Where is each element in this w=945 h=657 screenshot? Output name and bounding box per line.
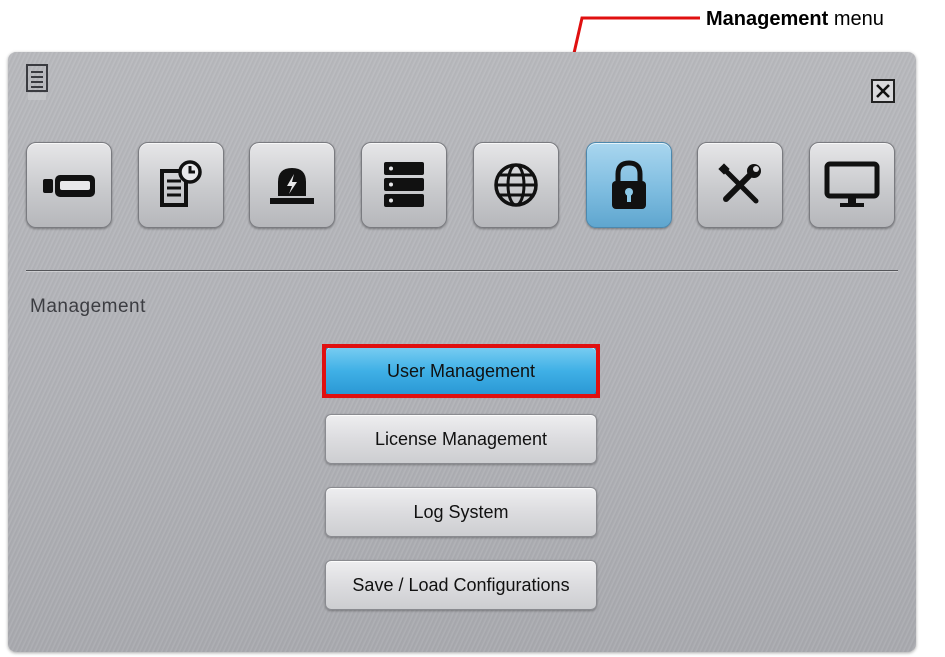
tab-schedule[interactable]: [138, 142, 224, 228]
callout-label-bold: Management: [706, 8, 829, 30]
storage-server-icon: [384, 162, 424, 207]
network-globe-icon: [494, 163, 538, 207]
tab-network[interactable]: [473, 142, 559, 228]
save-load-configurations-button[interactable]: Save / Load Configurations: [325, 560, 597, 610]
camera-icon: [43, 175, 95, 197]
callout-label-rest: menu: [833, 8, 884, 30]
document-menu-icon[interactable]: [26, 64, 48, 102]
tools-icon: [718, 163, 761, 204]
callout-label: Management menu: [706, 8, 884, 31]
tab-camera[interactable]: [26, 142, 112, 228]
log-system-button[interactable]: Log System: [325, 487, 597, 537]
monitor-icon: [824, 161, 880, 207]
close-button[interactable]: [871, 79, 895, 103]
user-management-button[interactable]: User Management: [325, 346, 597, 396]
tab-management[interactable]: [586, 142, 672, 228]
management-panel: Management User Management License Manag…: [8, 52, 916, 652]
close-x-icon: [876, 84, 890, 98]
license-management-button[interactable]: License Management: [325, 414, 597, 464]
tab-storage[interactable]: [361, 142, 447, 228]
tab-display[interactable]: [809, 142, 895, 228]
section-title: Management: [30, 296, 146, 317]
schedule-document-icon: [160, 160, 202, 207]
alarm-siren-icon: [270, 168, 314, 204]
tab-tools[interactable]: [697, 142, 783, 228]
lock-icon: [612, 160, 646, 209]
tab-alarm[interactable]: [249, 142, 335, 228]
section-divider: [26, 270, 898, 271]
